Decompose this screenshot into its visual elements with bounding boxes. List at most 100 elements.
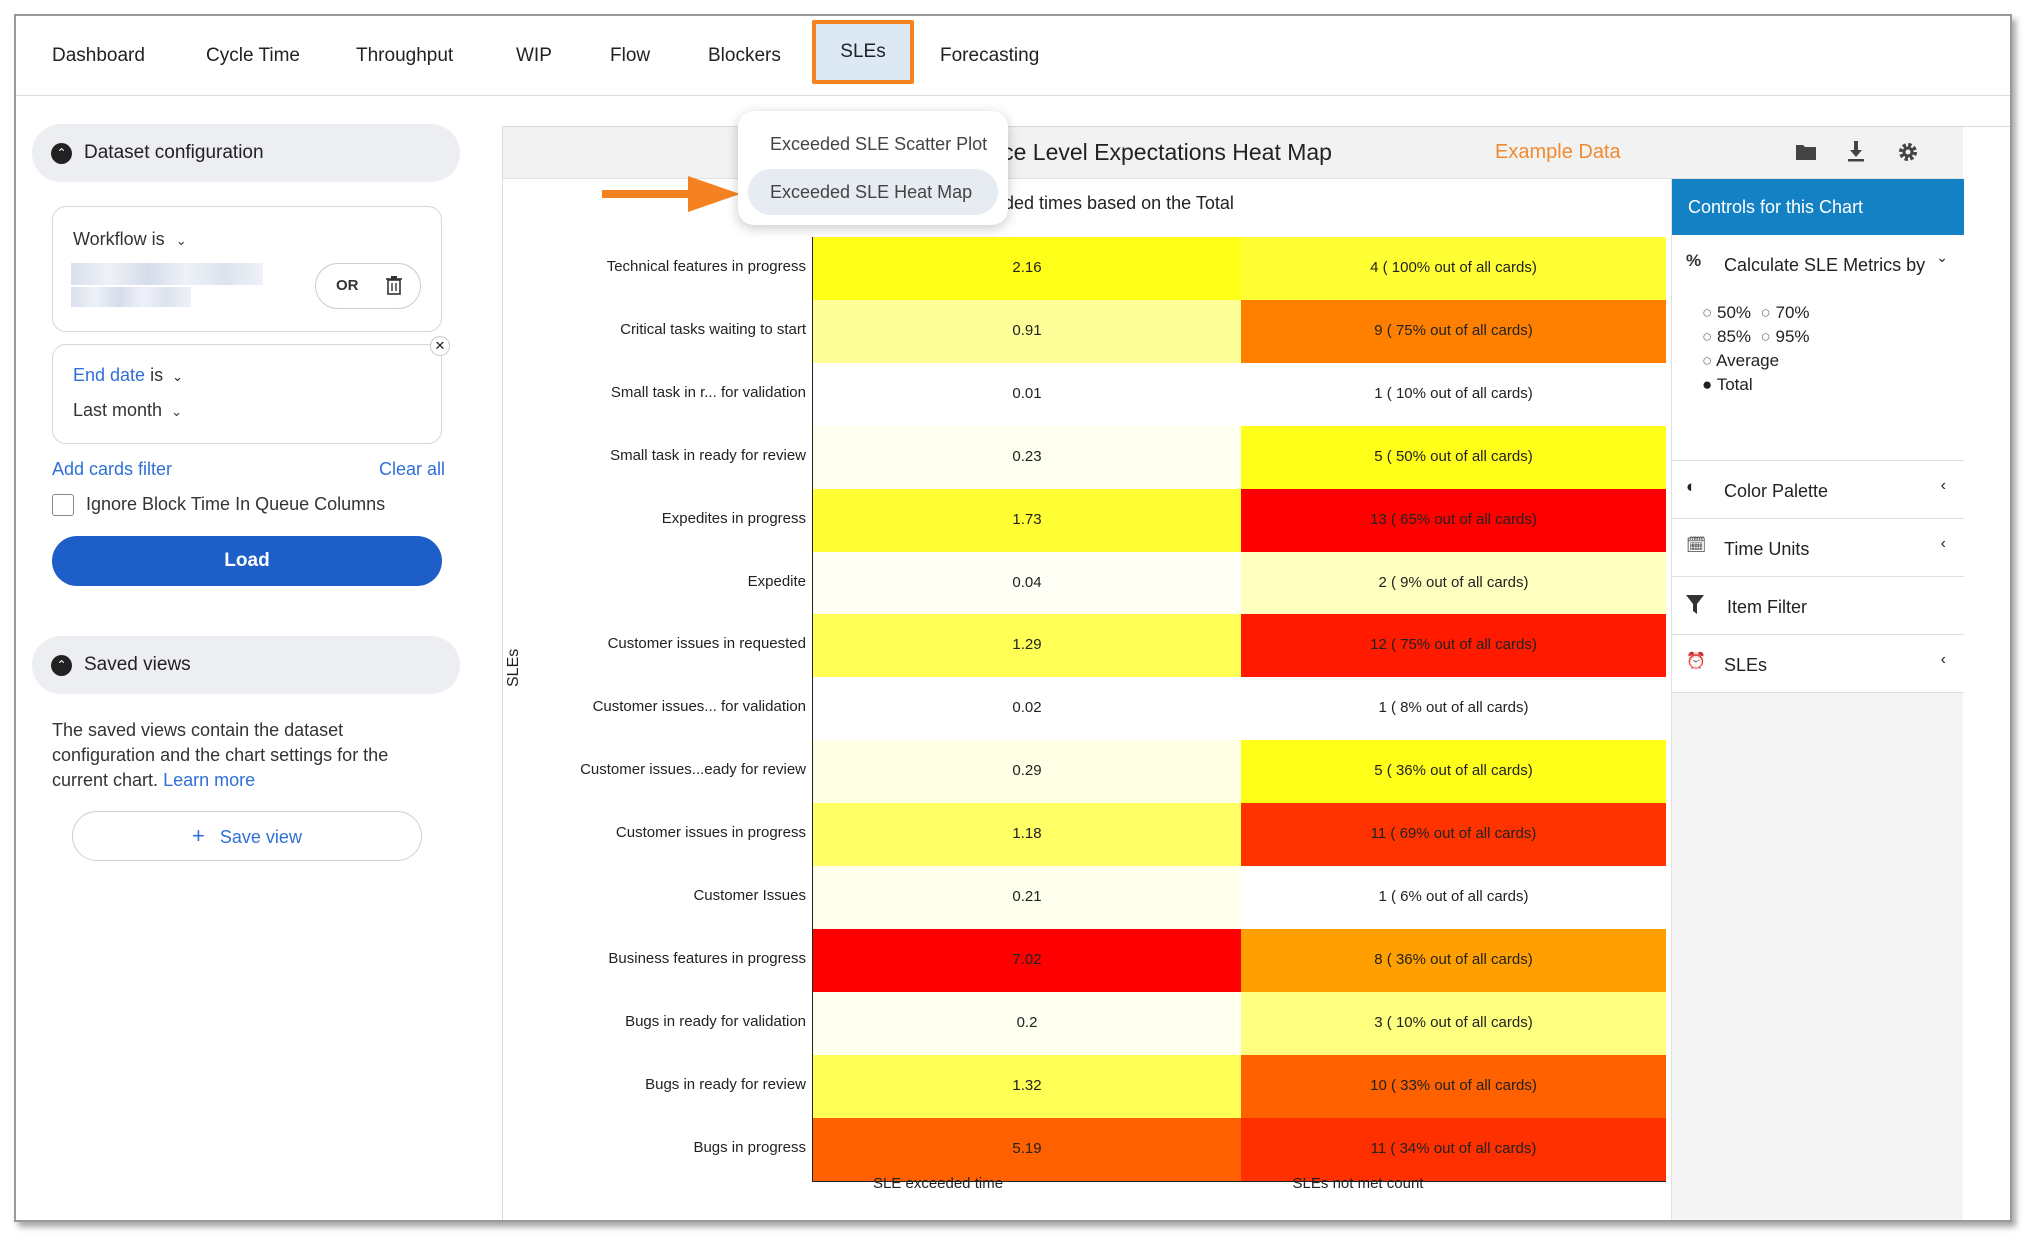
heatmap-cell-time: 0.2 [813, 991, 1241, 1056]
end-date-filter-label[interactable]: End date is ⌄ [73, 365, 183, 386]
gear-icon[interactable] [1897, 141, 1919, 163]
x-axis-label-time: SLE exceeded time [872, 1175, 1004, 1192]
sles-row[interactable]: ⏰ SLEs ‹ [1672, 635, 1964, 693]
clear-all-link[interactable]: Clear all [379, 459, 445, 480]
workflow-label: Workflow is [73, 229, 165, 249]
ignore-block-checkbox[interactable] [52, 494, 74, 516]
end-date-label: End date [73, 365, 146, 385]
saved-views-description: The saved views contain the dataset conf… [52, 718, 442, 793]
item-filter-row[interactable]: Item Filter [1672, 577, 1964, 635]
chevron-down-icon: ⌄ [175, 233, 187, 248]
heatmap-cell-time: 1.18 [813, 803, 1241, 867]
color-palette-row[interactable]: ◐ Color Palette ‹ [1672, 461, 1964, 519]
top-nav: Dashboard Cycle Time Throughput WIP Flow… [16, 16, 2010, 96]
radio-95[interactable]: ○ [1761, 327, 1771, 346]
tab-throughput[interactable]: Throughput [356, 16, 453, 96]
controls-header: Controls for this Chart [1672, 179, 1964, 235]
heatmap-cell-count: 11 ( 69% out of all cards) [1241, 803, 1666, 867]
heatmap-row-label: Bugs in progress [693, 1138, 806, 1156]
calc-sle-section: % Calculate SLE Metrics by ⌄ ○ 50% ○ 70%… [1672, 235, 1964, 461]
heatmap-cell-count: 11 ( 34% out of all cards) [1241, 1117, 1666, 1181]
learn-more-link[interactable]: Learn more [163, 770, 255, 790]
item-filter-label: Item Filter [1727, 597, 1808, 617]
heatmap-cell-count: 5 ( 36% out of all cards) [1241, 740, 1666, 804]
time-units-row[interactable]: 🗓 Time Units ‹ [1672, 519, 1964, 577]
controls-panel: Controls for this Chart % Calculate SLE … [1671, 179, 1964, 1220]
end-date-value: Last month [73, 400, 163, 420]
heatmap-cell-count: 9 ( 75% out of all cards) [1241, 299, 1666, 364]
option-50[interactable]: 50% [1717, 303, 1751, 322]
heatmap-row-label: Expedites in progress [661, 509, 806, 527]
load-button[interactable]: Load [52, 536, 442, 586]
menu-item-heat-map[interactable]: Exceeded SLE Heat Map [748, 169, 998, 215]
sles-dropdown-menu: Exceeded SLE Scatter Plot Exceeded SLE H… [738, 111, 1008, 225]
close-icon[interactable]: ✕ [430, 336, 450, 356]
folder-icon[interactable] [1795, 143, 1817, 161]
radio-total-selected[interactable]: ● [1702, 375, 1712, 394]
workflow-filter-label[interactable]: Workflow is ⌄ [73, 229, 187, 250]
dataset-config-header[interactable]: ⌃ Dataset configuration [32, 124, 460, 182]
option-total[interactable]: Total [1717, 375, 1753, 394]
add-cards-filter-link[interactable]: Add cards filter [52, 459, 172, 480]
tab-wip[interactable]: WIP [516, 16, 552, 96]
heatmap-cell-count: 4 ( 100% out of all cards) [1241, 237, 1666, 301]
chevron-up-icon: ⌃ [51, 143, 72, 164]
radio-50[interactable]: ○ [1702, 303, 1712, 322]
saved-views-header[interactable]: ⌃ Saved views [32, 636, 460, 694]
trash-icon[interactable] [386, 276, 402, 296]
heatmap-cell-count: 2 ( 9% out of all cards) [1241, 551, 1666, 615]
heatmap-row-label: Small task in ready for review [610, 446, 806, 464]
tab-blockers[interactable]: Blockers [708, 16, 781, 96]
tab-sles[interactable]: SLEs [816, 24, 910, 80]
blurred-workflow-value [71, 263, 263, 285]
tab-forecasting[interactable]: Forecasting [940, 16, 1039, 96]
saved-views-title: Saved views [84, 654, 191, 675]
percent-icon: % [1686, 251, 1702, 270]
heatmap-cell-count: 12 ( 75% out of all cards) [1241, 614, 1666, 678]
heatmap-cell-count: 8 ( 36% out of all cards) [1241, 928, 1666, 993]
calc-sle-label[interactable]: Calculate SLE Metrics by [1724, 255, 1925, 276]
chevron-down-icon[interactable]: ⌄ [1936, 249, 1948, 266]
heatmap-row-label: Customer Issues [693, 887, 806, 904]
heatmap-row-label: Customer issues... for validation [592, 698, 806, 716]
chart-panel: ice Level Expectations Heat Map Example … [502, 126, 2010, 1220]
heatmap-row-label: Customer issues in progress [615, 824, 806, 842]
heatmap-row-label: Bugs in ready for review [645, 1075, 806, 1093]
menu-item-scatter-plot[interactable]: Exceeded SLE Scatter Plot [748, 121, 998, 167]
option-85[interactable]: 85% [1717, 327, 1751, 346]
heatmap-cell-time: 0.91 [813, 299, 1241, 364]
radio-average[interactable]: ○ [1702, 351, 1712, 370]
orange-arrow-annotation [602, 176, 740, 212]
heatmap-y-axis-line [812, 237, 813, 1181]
sles-label: SLEs [1724, 655, 1768, 675]
heatmap-cell-time: 0.29 [813, 740, 1241, 804]
heatmap-row-label: Small task in r... for validation [610, 383, 806, 401]
or-button[interactable]: OR [336, 277, 359, 294]
color-palette-label: Color Palette [1724, 481, 1829, 501]
time-units-label: Time Units [1724, 539, 1810, 559]
option-average[interactable]: Average [1716, 351, 1779, 370]
heatmap-cell-count: 5 ( 50% out of all cards) [1241, 425, 1666, 490]
radio-85[interactable]: ○ [1702, 327, 1712, 346]
dataset-config-title: Dataset configuration [84, 142, 264, 163]
option-95[interactable]: 95% [1776, 327, 1810, 346]
heatmap-row-label: Critical tasks waiting to start [620, 320, 806, 338]
heatmap-cell-time: 5.19 [813, 1117, 1241, 1181]
save-view-button[interactable]: + Save view [72, 811, 422, 861]
palette-icon: ◐ [1686, 477, 1697, 496]
tab-dashboard[interactable]: Dashboard [52, 16, 145, 96]
tab-flow[interactable]: Flow [610, 16, 650, 96]
end-date-filter-card: End date is ⌄ Last month ⌄ ✕ [52, 336, 450, 444]
heatmap-cell-time: 0.04 [813, 551, 1241, 615]
download-icon[interactable] [1847, 140, 1865, 162]
option-70[interactable]: 70% [1776, 303, 1810, 322]
workflow-actions: OR [315, 263, 421, 309]
end-date-value-select[interactable]: Last month ⌄ [73, 400, 182, 421]
radio-70[interactable]: ○ [1761, 303, 1771, 322]
x-axis-label-count: SLEs not met count [1292, 1175, 1424, 1192]
tab-cycle-time[interactable]: Cycle Time [206, 16, 300, 96]
heatmap-cell-time: 0.23 [813, 425, 1241, 490]
heatmap-cell-count: 3 ( 10% out of all cards) [1241, 991, 1666, 1056]
heatmap-row-label: Customer issues...eady for review [580, 761, 806, 779]
blurred-workflow-value-2 [71, 287, 191, 307]
